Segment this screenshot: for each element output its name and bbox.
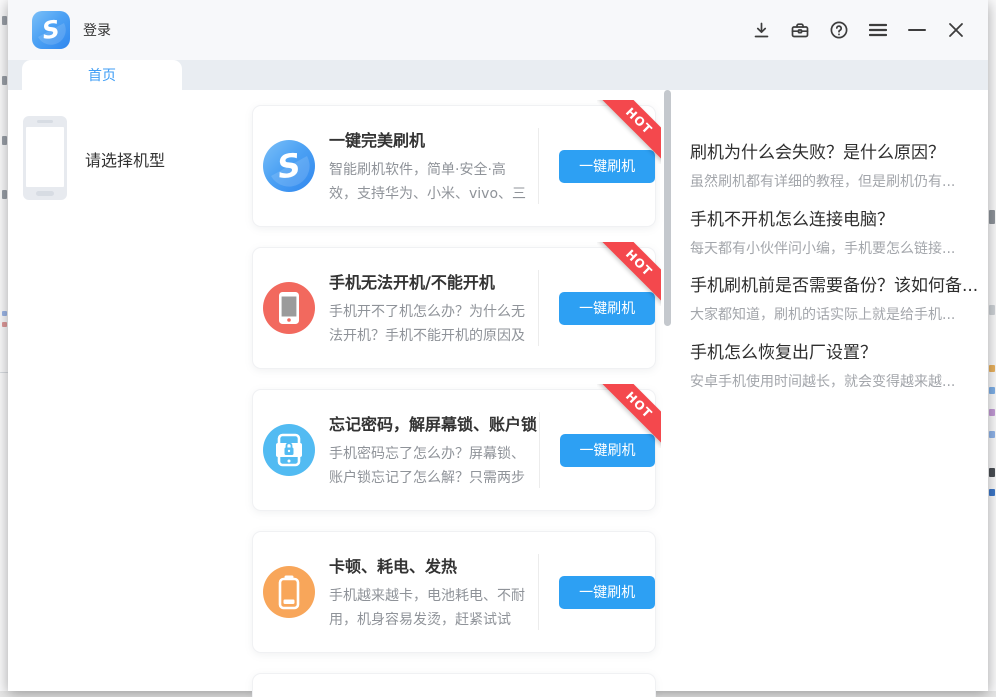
svg-text:S: S xyxy=(40,15,61,45)
flash-button[interactable]: 一键刷机 xyxy=(560,434,655,467)
card-desc: 手机越来越卡，电池耗电、不耐用，机身容易发烫，赶紧试试这... xyxy=(329,584,528,632)
card-title: 手机无法开机/不能开机 xyxy=(329,269,528,293)
card-text: 手机无法开机/不能开机 手机开不了机怎么办？为什么无法开机？手机不能开机的原因及… xyxy=(329,269,528,348)
article-desc: 大家都知道，刷机的话实际上就是给手机... xyxy=(690,306,992,326)
download-icon[interactable] xyxy=(747,16,775,44)
card-desc: 智能刷机软件，简单·安全·高效，支持华为、小米、vivo、三星、乐... xyxy=(329,158,528,206)
background-window-left-edge xyxy=(0,0,8,691)
phone-lock-icon xyxy=(263,424,315,476)
login-link[interactable]: 登录 xyxy=(83,20,111,40)
device-selector[interactable]: 请选择机型 xyxy=(8,90,252,691)
article-title[interactable]: 刷机为什么会失败？是什么原因？ xyxy=(690,142,992,164)
article-item[interactable]: 手机不开机怎么连接电脑？ 每天都有小伙伴问小编，手机要怎么链接... xyxy=(690,209,992,260)
card-desc: 手机密码忘了怎么办？屏幕锁、账户锁忘记了怎么解？只需两步就... xyxy=(329,442,529,490)
card-divider xyxy=(538,554,539,630)
flash-button[interactable]: 一键刷机 xyxy=(559,292,655,325)
tabbar: 首页 xyxy=(8,60,988,90)
flash-button[interactable]: 一键刷机 xyxy=(559,576,655,609)
card-text: 卡顿、耗电、发热 手机越来越卡，电池耗电、不耐用，机身容易发烫，赶紧试试这... xyxy=(329,553,528,632)
main-content: 请选择机型 S 一键完美刷机 智能刷机软件，简单·安全·高效，支持华为、小米、v… xyxy=(8,90,988,691)
card-divider xyxy=(538,270,539,346)
flash-button[interactable]: 一键刷机 xyxy=(559,150,655,183)
card-divider xyxy=(538,128,539,204)
article-title[interactable]: 手机怎么恢复出厂设置？ xyxy=(690,342,992,364)
help-icon[interactable] xyxy=(825,16,853,44)
tab-home-label: 首页 xyxy=(88,65,116,85)
svg-text:S: S xyxy=(275,146,303,187)
app-logo: S xyxy=(32,11,70,49)
card-text: 一键完美刷机 智能刷机软件，简单·安全·高效，支持华为、小米、vivo、三星、乐… xyxy=(329,127,528,206)
app-window: S 登录 xyxy=(8,0,988,691)
brand-s-icon: S xyxy=(263,140,315,192)
card-lag-battery-heat[interactable]: 卡顿、耗电、发热 手机越来越卡，电池耗电、不耐用，机身容易发烫，赶紧试试这...… xyxy=(252,531,656,653)
article-item[interactable]: 手机刷机前是否需要备份？该如何备... 大家都知道，刷机的话实际上就是给手机..… xyxy=(690,275,992,326)
card-title: 一键完美刷机 xyxy=(329,127,528,151)
menu-icon[interactable] xyxy=(864,16,892,44)
titlebar: S 登录 xyxy=(8,0,988,60)
card-unlock-password[interactable]: 忘记密码，解屏幕锁、账户锁 手机密码忘了怎么办？屏幕锁、账户锁忘记了怎么解？只需… xyxy=(252,389,656,511)
feature-cards: S 一键完美刷机 智能刷机软件，简单·安全·高效，支持华为、小米、vivo、三星… xyxy=(252,90,664,697)
card-title: 卡顿、耗电、发热 xyxy=(329,553,528,577)
vertical-scrollbar-thumb[interactable] xyxy=(664,90,671,326)
toolbox-icon[interactable] xyxy=(786,16,814,44)
card-one-click-flash[interactable]: S 一键完美刷机 智能刷机软件，简单·安全·高效，支持华为、小米、vivo、三星… xyxy=(252,105,656,227)
card-phone-wont-boot[interactable]: 手机无法开机/不能开机 手机开不了机怎么办？为什么无法开机？手机不能开机的原因及… xyxy=(252,247,656,369)
articles-list: 刷机为什么会失败？是什么原因？ 虽然刷机都有详细的教程，但是刷机仍有... 手机… xyxy=(690,90,992,409)
article-desc: 每天都有小伙伴问小编，手机要怎么链接... xyxy=(690,240,992,260)
article-title[interactable]: 手机刷机前是否需要备份？该如何备... xyxy=(690,275,992,297)
card-text: 忘记密码，解屏幕锁、账户锁 手机密码忘了怎么办？屏幕锁、账户锁忘记了怎么解？只需… xyxy=(329,411,529,490)
card-divider xyxy=(539,412,540,488)
article-item[interactable]: 手机怎么恢复出厂设置？ 安卓手机使用时间越长，就会变得越来越... xyxy=(690,342,992,393)
tab-home[interactable]: 首页 xyxy=(22,60,182,90)
battery-icon xyxy=(263,566,315,618)
article-title[interactable]: 手机不开机怎么连接电脑？ xyxy=(690,209,992,231)
phone-icon xyxy=(263,282,315,334)
article-desc: 虽然刷机都有详细的教程，但是刷机仍有... xyxy=(690,173,992,193)
phone-placeholder-icon xyxy=(23,116,67,200)
card-desc: 手机开不了机怎么办？为什么无法开机？手机不能开机的原因及解... xyxy=(329,300,528,348)
article-desc: 安卓手机使用时间越长，就会变得越来越... xyxy=(690,373,992,393)
device-selector-label: 请选择机型 xyxy=(85,147,165,171)
close-icon[interactable] xyxy=(942,16,970,44)
card-title: 忘记密码，解屏幕锁、账户锁 xyxy=(329,411,529,435)
article-item[interactable]: 刷机为什么会失败？是什么原因？ 虽然刷机都有详细的教程，但是刷机仍有... xyxy=(690,142,992,193)
card-partial-next[interactable] xyxy=(252,673,656,697)
minimize-icon[interactable] xyxy=(903,16,931,44)
